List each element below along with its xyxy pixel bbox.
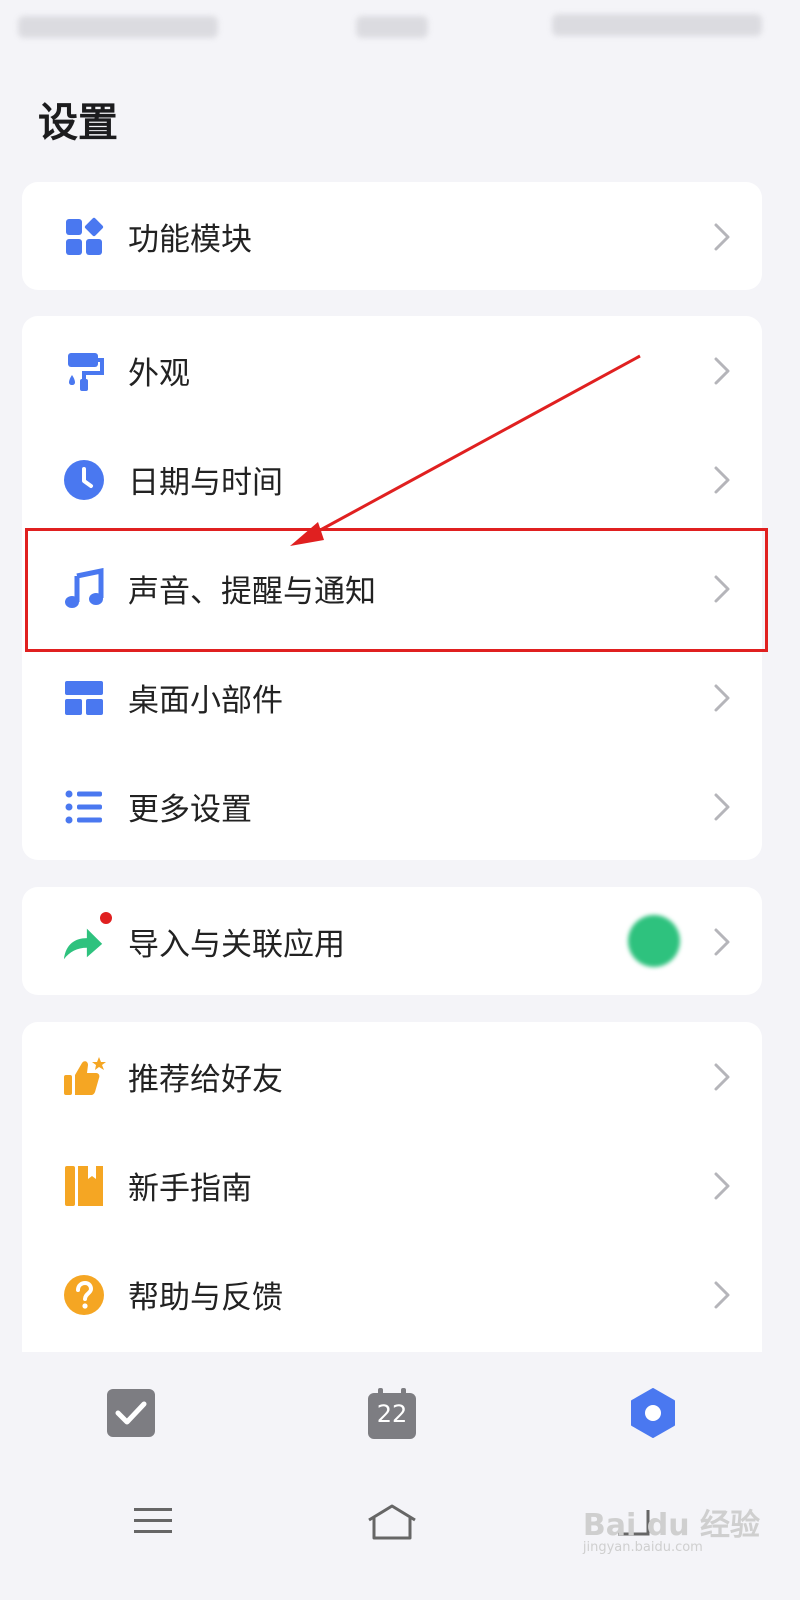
grid-icon: [62, 215, 106, 259]
chevron-right-icon: [714, 684, 730, 711]
thumbs-up-icon: [62, 1055, 106, 1099]
settings-item-label: 外观: [128, 356, 190, 392]
page-title: 设置: [38, 100, 118, 146]
settings-item-label: 导入与关联应用: [128, 927, 345, 963]
card-general-settings: 外观 日期与时间 声音、提醒与通知 桌面小部件 更多设置: [22, 316, 762, 860]
widget-icon: [62, 676, 106, 720]
settings-item-sound-notifications[interactable]: 声音、提醒与通知: [22, 534, 762, 643]
settings-item-label: 推荐给好友: [128, 1062, 283, 1098]
settings-item-label: 功能模块: [128, 222, 252, 258]
status-bar-left-blurred: [18, 16, 218, 38]
chevron-right-icon: [714, 793, 730, 820]
chevron-right-icon: [714, 1063, 730, 1090]
settings-item-label: 帮助与反馈: [128, 1280, 283, 1316]
card-modules: 功能模块: [22, 182, 762, 290]
settings-item-widgets[interactable]: 桌面小部件: [22, 643, 762, 752]
linked-app-icon-blurred: [628, 915, 680, 967]
status-bar-time-blurred: [356, 16, 428, 38]
settings-item-recommend[interactable]: 推荐给好友: [22, 1022, 762, 1131]
book-icon: [62, 1164, 106, 1208]
question-icon: [62, 1273, 106, 1317]
menu-icon[interactable]: [134, 1506, 172, 1536]
settings-item-modules[interactable]: 功能模块: [22, 182, 762, 291]
chevron-right-icon: [714, 223, 730, 250]
status-bar: [0, 0, 784, 60]
clock-icon: [62, 458, 106, 502]
settings-item-help-feedback[interactable]: 帮助与反馈: [22, 1240, 762, 1349]
card-help: 推荐给好友 新手指南 帮助与反馈: [22, 1022, 762, 1352]
card-import: 导入与关联应用: [22, 887, 762, 995]
settings-item-label: 日期与时间: [128, 465, 283, 501]
chevron-right-icon: [714, 928, 730, 955]
list-icon: [62, 785, 106, 829]
chevron-right-icon: [714, 1172, 730, 1199]
status-bar-right-blurred: [552, 14, 762, 36]
watermark-text: Bai du 经验: [582, 1508, 760, 1543]
tab-tasks[interactable]: [106, 1388, 156, 1438]
chevron-right-icon: [714, 466, 730, 493]
settings-hexagon-icon: [631, 1388, 675, 1438]
settings-item-label: 声音、提醒与通知: [128, 574, 376, 610]
settings-item-label: 新手指南: [128, 1171, 252, 1207]
tab-settings[interactable]: [628, 1388, 678, 1438]
settings-item-more[interactable]: 更多设置: [22, 752, 762, 861]
chevron-right-icon: [714, 357, 730, 384]
share-arrow-icon: [62, 911, 112, 964]
settings-item-label: 桌面小部件: [128, 683, 283, 719]
checkbox-icon: [107, 1389, 155, 1437]
settings-item-appearance[interactable]: 外观: [22, 316, 762, 425]
settings-item-guide[interactable]: 新手指南: [22, 1131, 762, 1240]
watermark: Bai du 经验 jingyan.baidu.com: [583, 1500, 760, 1555]
bottom-tab-bar: 22: [0, 1360, 784, 1470]
music-note-icon: [62, 567, 106, 611]
calendar-day: 22: [376, 1400, 408, 1428]
settings-item-date-time[interactable]: 日期与时间: [22, 425, 762, 534]
home-icon[interactable]: [366, 1502, 418, 1542]
notification-dot: [100, 911, 112, 924]
settings-item-import-linked-apps[interactable]: 导入与关联应用: [22, 887, 762, 996]
settings-item-label: 更多设置: [128, 792, 252, 828]
tab-calendar[interactable]: 22: [367, 1388, 417, 1439]
paint-roller-icon: [62, 349, 106, 393]
chevron-right-icon: [714, 575, 730, 602]
chevron-right-icon: [714, 1281, 730, 1308]
